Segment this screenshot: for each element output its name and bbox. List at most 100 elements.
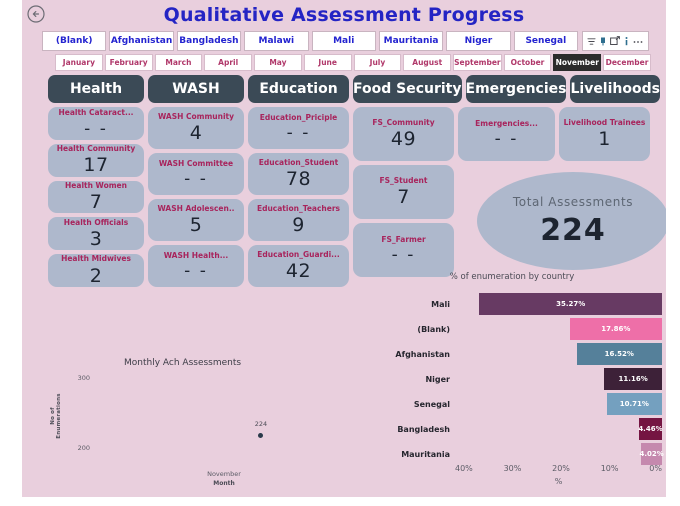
month-slicer-item-december[interactable]: December <box>603 54 651 71</box>
sector-header-emergencies[interactable]: Emergencies <box>465 75 567 103</box>
bar-row[interactable]: Senegal 10.71% <box>362 392 662 416</box>
country-slicer-item-mauritania[interactable]: Mauritania <box>378 31 444 51</box>
kpi-value: - - <box>184 261 208 282</box>
bar-track: 17.86% <box>455 318 662 340</box>
bar-fill[interactable]: 10.71% <box>606 393 662 415</box>
month-slicer-item-september[interactable]: September <box>453 54 502 71</box>
bar-fill[interactable]: 11.16% <box>604 368 662 390</box>
country-slicer-item-afghanistan[interactable]: Afghanistan <box>109 31 174 51</box>
bar-fill[interactable]: 4.02% <box>639 443 664 465</box>
sector-header-food-security[interactable]: Food Security <box>353 75 462 103</box>
month-slicer-item-may[interactable]: May <box>254 54 302 71</box>
x-tick-label: 40% <box>455 464 473 473</box>
kpi-card[interactable]: Health Cataract... - - <box>48 107 144 140</box>
kpi-card[interactable]: Emergencies... - - <box>458 107 555 161</box>
kpi-value: 3 <box>89 228 103 251</box>
bar-fill[interactable]: 16.52% <box>576 343 662 365</box>
x-tick-label: 30% <box>503 464 522 473</box>
month-label: July <box>369 58 386 67</box>
month-slicer-item-january[interactable]: January <box>55 54 103 71</box>
monthly-ach-assessments-chart[interactable]: Monthly Ach Assessments No of Enumeratio… <box>44 358 356 497</box>
month-slicer-item-october[interactable]: October <box>503 54 552 71</box>
kpi-card[interactable]: Livelihood Trainees 1 <box>559 107 650 161</box>
kpi-card[interactable]: Health Officials 3 <box>48 217 144 251</box>
kpi-card[interactable]: Health Community 17 <box>48 143 144 177</box>
month-label: April <box>218 58 239 67</box>
bar-row[interactable]: Mali 35.27% <box>362 292 662 316</box>
kpi-card[interactable]: FS_Student 7 <box>353 165 454 219</box>
month-slicer-item-july[interactable]: July <box>353 54 402 71</box>
country-slicer-item-niger[interactable]: Niger <box>446 31 511 51</box>
bar-fill[interactable]: 4.46% <box>638 418 663 440</box>
bar-category-label: Niger <box>425 374 450 384</box>
sector-header-label: WASH <box>172 81 220 97</box>
country-slicer-item-blank[interactable]: (Blank) <box>42 31 107 51</box>
kpi-card[interactable]: WASH Committee - - <box>148 153 244 195</box>
kpi-label: Emergencies... <box>475 118 538 128</box>
country-slicer-item-bangladesh[interactable]: Bangladesh <box>176 31 242 51</box>
sector-header-wash[interactable]: WASH <box>148 75 244 103</box>
kpi-card[interactable]: Education_Guardi... 42 <box>248 245 349 287</box>
y-tick-label: 300 <box>77 374 90 382</box>
enumeration-by-country-chart[interactable]: % of enumeration by country Mali 35.27% … <box>362 272 664 497</box>
country-slicer-item-malawi[interactable]: Malawi <box>244 31 309 51</box>
bar-category-label: Senegal <box>413 399 450 409</box>
sector-header-health[interactable]: Health <box>48 75 144 103</box>
kpi-card[interactable]: FS_Community 49 <box>353 107 454 161</box>
bar-fill[interactable]: 35.27% <box>479 293 662 315</box>
kpi-card[interactable]: Education_Priciple - - <box>248 107 349 149</box>
scatter-point-label: 224 <box>254 420 268 428</box>
kpi-card[interactable]: Education_Student 78 <box>248 153 349 195</box>
page-title: Qualitative Assessment Progress <box>163 4 525 26</box>
bar-row[interactable]: Bangladesh 4.46% <box>362 417 663 441</box>
more-options-icon[interactable] <box>633 39 644 44</box>
kpi-column-education: Education_Priciple - - Education_Student… <box>248 107 349 287</box>
sector-header-livelihoods[interactable]: Livelihoods <box>570 75 660 103</box>
kpi-card[interactable]: WASH Community 4 <box>148 107 244 149</box>
kpi-value: 1 <box>598 128 611 151</box>
month-slicer-item-february[interactable]: February <box>104 54 153 71</box>
kpi-card[interactable]: WASH Adolescen.. 5 <box>148 199 244 241</box>
bar-row[interactable]: Niger 11.16% <box>362 367 662 391</box>
bar-row[interactable]: Mauritania 4.02% <box>362 442 664 466</box>
kpi-label: Education_Priciple <box>259 112 338 122</box>
bar-category-label: Bangladesh <box>397 424 450 434</box>
kpi-value: - - <box>391 245 416 266</box>
kpi-card[interactable]: WASH Health... - - <box>148 245 244 287</box>
month-slicer-item-june[interactable]: June <box>303 54 352 71</box>
kpi-column-food-security: FS_Community 49 FS_Student 7 FS_Farmer -… <box>353 107 454 287</box>
focus-mode-icon[interactable] <box>610 36 620 46</box>
month-label: January <box>62 58 95 67</box>
kpi-value: - - <box>184 169 208 190</box>
bar-row[interactable]: Afghanistan 16.52% <box>362 342 662 366</box>
month-slicer-item-august[interactable]: August <box>403 54 452 71</box>
bar-category-label: Afghanistan <box>395 349 450 359</box>
total-assessments-card[interactable]: Total Assessments 224 <box>477 172 666 270</box>
kpi-label: FS_Student <box>379 175 428 185</box>
kpi-label: WASH Adolescen.. <box>157 203 235 213</box>
month-label: September <box>454 58 501 67</box>
x-tick-label: 0% <box>649 464 662 473</box>
country-label: Senegal <box>525 36 567 46</box>
kpi-card[interactable]: Health Midwives 2 <box>48 254 144 287</box>
country-slicer-item-mali[interactable]: Mali <box>311 31 376 51</box>
scatter-point[interactable] <box>258 433 263 438</box>
month-slicer-item-november[interactable]: November <box>553 54 602 71</box>
bar-value-label: 4.46% <box>638 425 663 433</box>
country-slicer-item-senegal[interactable]: Senegal <box>513 31 578 51</box>
month-label: December <box>605 58 649 67</box>
kpi-card[interactable]: Health Women 7 <box>48 180 144 214</box>
kpi-card[interactable]: FS_Farmer - - <box>353 223 454 277</box>
filter-icon[interactable] <box>587 37 596 46</box>
kpi-value: 7 <box>89 191 103 214</box>
month-slicer-item-march[interactable]: March <box>154 54 203 71</box>
bar-value-label: 16.52% <box>604 350 634 358</box>
info-icon[interactable] <box>623 36 630 46</box>
kpi-card[interactable]: Education_Teachers 9 <box>248 199 349 241</box>
kpi-value: - - <box>494 129 519 150</box>
month-slicer-item-april[interactable]: April <box>204 54 253 71</box>
bar-row[interactable]: (Blank) 17.86% <box>362 317 662 341</box>
sector-header-education[interactable]: Education <box>248 75 349 103</box>
pin-icon[interactable] <box>599 37 607 46</box>
bar-fill[interactable]: 17.86% <box>569 318 662 340</box>
